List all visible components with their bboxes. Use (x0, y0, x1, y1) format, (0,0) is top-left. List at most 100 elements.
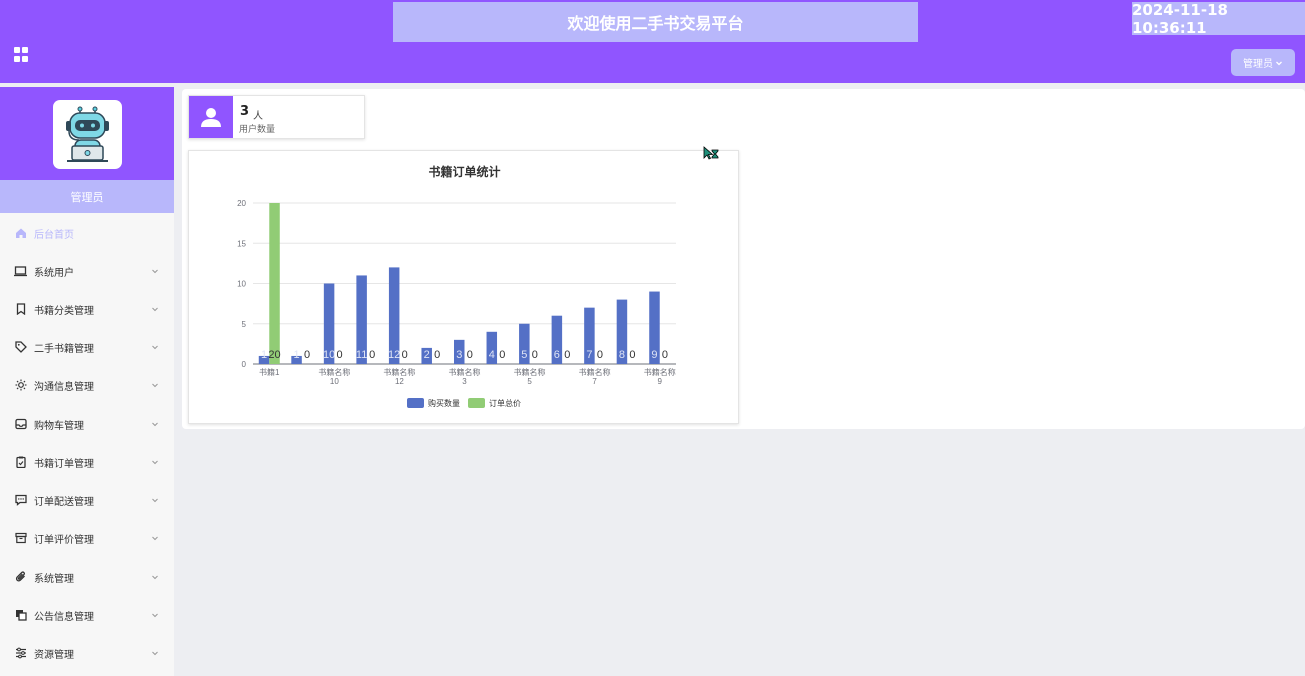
x-tick-label: 书籍名称 7 (579, 367, 611, 386)
x-tick-label: 书籍1 (259, 367, 280, 377)
sidebar-item-notices[interactable]: 公告信息管理 (0, 596, 174, 634)
chevron-down-icon (1276, 61, 1282, 65)
data-label: 0 (662, 349, 668, 361)
sidebar-item-label: 订单评价管理 (34, 534, 94, 546)
user-menu-label: 管理员 (1243, 59, 1273, 70)
data-label: 2 (424, 349, 430, 361)
data-label: 0 (532, 349, 538, 361)
sidebar-item-label: 购物车管理 (34, 420, 84, 432)
sidebar-item-label: 沟通信息管理 (34, 381, 94, 393)
laptop-icon (14, 265, 27, 278)
tag-icon (14, 341, 27, 354)
user-icon (189, 96, 233, 138)
data-label: 5 (521, 349, 527, 361)
sidebar-item-system-users[interactable]: 系统用户 (0, 252, 174, 290)
sidebar-item-label: 系统用户 (34, 267, 74, 279)
datetime-display: 2024-11-18 10:36:11 (1132, 1, 1305, 37)
user-menu-button[interactable]: 管理员 (1231, 49, 1295, 76)
sidebar-item-home[interactable]: 后台首页 (0, 214, 174, 252)
data-label: 4 (489, 349, 495, 361)
avatar (53, 100, 122, 169)
sidebar-item-label: 公告信息管理 (34, 611, 94, 623)
data-label: 0 (629, 349, 635, 361)
message-icon (14, 494, 27, 507)
chevron-down-icon (152, 460, 158, 465)
chevron-down-icon (152, 345, 158, 350)
sidebar-item-label: 二手书籍管理 (34, 343, 94, 355)
y-tick-label: 20 (237, 199, 246, 208)
chevron-down-icon (152, 575, 158, 580)
menu-grid-icon[interactable] (14, 47, 29, 62)
y-tick-label: 10 (237, 280, 246, 289)
data-label: 10 (323, 349, 335, 361)
legend-label: 订单总价 (489, 398, 521, 408)
user-count-label: 用户数量 (239, 125, 276, 135)
sidebar-item-label: 系统管理 (34, 573, 74, 585)
sidebar-item-label: 书籍订单管理 (34, 458, 94, 470)
sidebar-item-label: 资源管理 (34, 649, 74, 661)
data-label: 1 (293, 349, 299, 361)
data-label: 0 (369, 349, 375, 361)
data-label: 0 (564, 349, 570, 361)
sidebar-item-orders[interactable]: 书籍订单管理 (0, 443, 174, 481)
order-chart-card: 书籍订单统计 0 5 10 15 20 1 20 书籍1 1 0 10 0 书籍名称 10 11 0 12 0 书籍… (188, 150, 739, 424)
copy-icon (14, 609, 27, 622)
data-label: 0 (499, 349, 505, 361)
x-tick-label: 书籍名称 10 (318, 367, 350, 386)
sidebar-item-label: 订单配送管理 (34, 496, 94, 508)
sidebar-item-delivery[interactable]: 订单配送管理 (0, 481, 174, 519)
data-label: 0 (597, 349, 603, 361)
x-tick-label: 书籍名称 3 (449, 367, 481, 386)
legend-label: 购买数量 (428, 398, 460, 408)
data-label: 12 (388, 349, 400, 361)
chevron-down-icon (152, 307, 158, 312)
top-header: 欢迎使用二手书交易平台 2024-11-18 10:36:11 管理员 (0, 0, 1305, 83)
home-icon (14, 227, 27, 240)
sidebar-item-resources[interactable]: 资源管理 (0, 634, 174, 672)
chevron-down-icon (152, 422, 158, 427)
archive-icon (14, 532, 27, 545)
data-label: 8 (619, 349, 625, 361)
chevron-down-icon (152, 383, 158, 388)
legend-swatch (407, 398, 424, 408)
sidebar-item-used-books[interactable]: 二手书籍管理 (0, 328, 174, 366)
user-count-card: 3 人 用户数量 (188, 95, 365, 139)
bookmark-icon (14, 303, 27, 316)
y-tick-label: 0 (242, 360, 247, 369)
avatar-area (0, 87, 174, 180)
data-label: 7 (586, 349, 592, 361)
data-label: 0 (337, 349, 343, 361)
data-label: 0 (402, 349, 408, 361)
chevron-down-icon (152, 269, 158, 274)
sliders-icon (14, 647, 27, 660)
bar (269, 203, 280, 364)
chevron-down-icon (152, 498, 158, 503)
sidebar-item-reviews[interactable]: 订单评价管理 (0, 519, 174, 557)
data-label: 0 (304, 349, 310, 361)
y-tick-label: 15 (237, 239, 246, 248)
legend-swatch (468, 398, 485, 408)
inbox-icon (14, 418, 27, 431)
sidebar-item-cart[interactable]: 购物车管理 (0, 405, 174, 443)
data-label: 6 (554, 349, 560, 361)
y-tick-label: 5 (242, 320, 247, 329)
data-label: 0 (467, 349, 473, 361)
order-bar-chart: 051015201 20书籍11 0 10 0书籍名称 1011 0 12 0书籍名称 122 0 3… (237, 199, 676, 408)
chevron-down-icon (152, 651, 158, 656)
data-label: 11 (356, 349, 367, 361)
sidebar: 管理员 后台首页 系统用户 书籍分类管理 二手书籍管理 沟通信息管理 购物车管理… (0, 87, 174, 676)
paperclip-icon (14, 571, 27, 584)
data-label: 9 (651, 349, 657, 361)
sidebar-item-messages[interactable]: 沟通信息管理 (0, 366, 174, 404)
x-tick-label: 书籍名称 12 (383, 367, 415, 386)
sidebar-item-label: 后台首页 (34, 229, 74, 241)
sidebar-item-book-categories[interactable]: 书籍分类管理 (0, 290, 174, 328)
robot-avatar-icon (66, 106, 109, 162)
chevron-down-icon (152, 536, 158, 541)
busy-cursor-icon (703, 146, 719, 160)
sidebar-item-system[interactable]: 系统管理 (0, 558, 174, 596)
chevron-down-icon (152, 613, 158, 618)
user-count-unit: 人 (253, 111, 263, 122)
clipboard-icon (14, 456, 27, 469)
x-tick-label: 书籍名称 5 (514, 367, 546, 386)
